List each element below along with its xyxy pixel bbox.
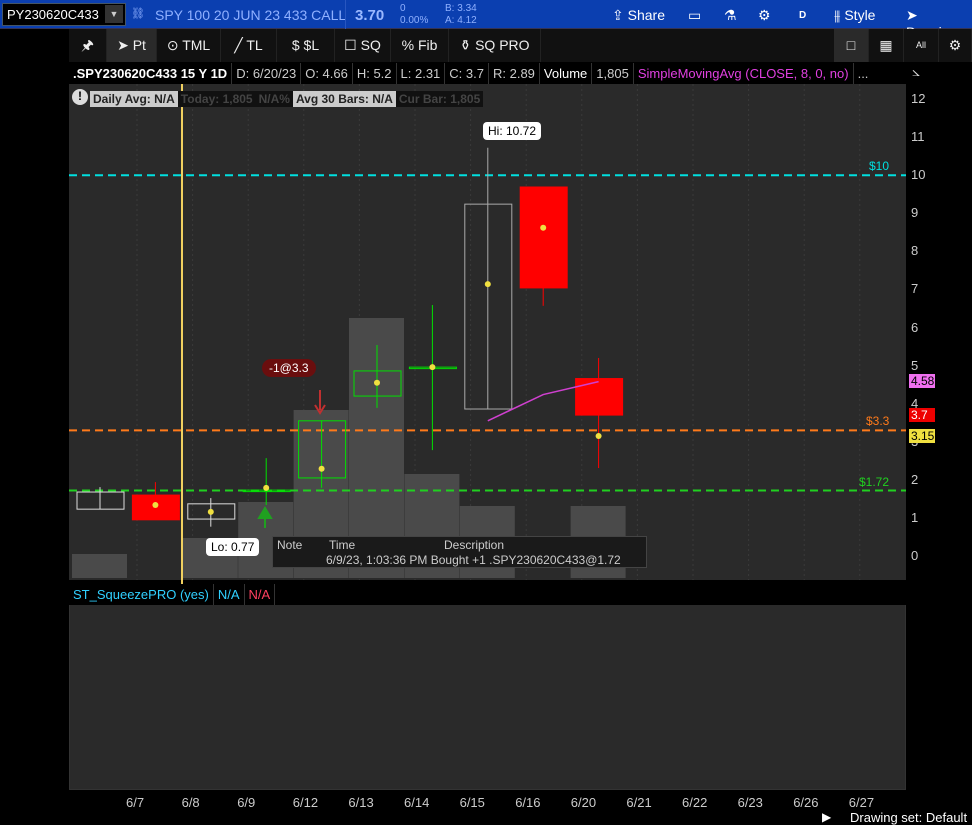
- volume-stats: Daily Avg: N/A Today: 1,805 N/A% Avg 30 Bar…: [90, 91, 484, 107]
- date-tick: 6/20: [570, 795, 597, 810]
- sma-badge: 4.58: [909, 374, 935, 388]
- lower-study-label[interactable]: ST_SqueezePRO (yes): [69, 584, 214, 605]
- date-tick: 6/16: [515, 795, 541, 810]
- level-label-3-3: $3.3: [866, 414, 890, 428]
- price-tick: 12: [911, 91, 926, 107]
- play-icon[interactable]: ▶: [822, 810, 831, 824]
- daily-avg: Daily Avg: N/A: [90, 91, 178, 107]
- level-label-1-72: $1.72: [859, 475, 890, 489]
- high-label: Hi: 10.72: [483, 122, 542, 140]
- price-tick: 10: [911, 167, 926, 183]
- mark-dot: [152, 501, 159, 508]
- date-tick: 6/14: [404, 795, 430, 810]
- info-alert-icon[interactable]: !: [72, 89, 88, 105]
- mark-dot: [540, 224, 547, 231]
- price-tick: 6: [911, 319, 919, 335]
- date-tick: 6/21: [626, 795, 652, 810]
- volume-pct: N/A%: [255, 91, 293, 107]
- date-tick: 6/26: [793, 795, 819, 810]
- trade-note-tooltip: Note Time Description 6/9/23, 1:03:36 PM…: [272, 536, 647, 568]
- today-volume: Today: 1,805: [177, 91, 256, 107]
- level-label-10: $10: [869, 159, 890, 173]
- price-tick: 8: [911, 243, 919, 259]
- lower-study-pane[interactable]: [69, 584, 906, 790]
- candle-body: [519, 186, 568, 289]
- note-row: 6/9/23, 1:03:36 PM Bought +1 .SPY230620C…: [326, 553, 621, 567]
- low-label: Lo: 0.77: [206, 538, 260, 556]
- price-tick: 0: [911, 548, 919, 563]
- avg-30-bars: Avg 30 Bars: N/A: [292, 91, 396, 107]
- description-header: Description: [444, 538, 505, 552]
- candle-body: [575, 378, 624, 416]
- lower-study-header: ST_SqueezePRO (yes) N/A N/A: [69, 584, 906, 605]
- price-tick: 2: [911, 471, 919, 487]
- mark-dot: [429, 364, 436, 371]
- lower-value-2: N/A: [245, 584, 276, 605]
- date-tick: 6/22: [682, 795, 708, 810]
- date-tick: 6/9: [237, 795, 256, 810]
- price-tick: 7: [911, 281, 919, 297]
- date-tick: 6/8: [181, 795, 200, 810]
- mark-dot: [484, 281, 491, 288]
- volume-bar: [72, 554, 127, 578]
- price-tick: 9: [911, 205, 919, 221]
- cur-bar: Cur Bar: 1,805: [395, 91, 484, 107]
- time-header: Time: [329, 538, 356, 552]
- price-tick: 5: [911, 357, 919, 373]
- order-bubble[interactable]: -1@3.3: [262, 359, 316, 377]
- date-tick: 6/27: [848, 795, 875, 810]
- price-tick: 1: [911, 509, 919, 525]
- mark-badge: 3.15: [909, 429, 935, 443]
- drawing-set-label[interactable]: Drawing set: Default: [850, 810, 967, 825]
- mark-dot: [595, 433, 602, 440]
- lower-value-1: N/A: [214, 584, 245, 605]
- price-tick: 11: [911, 129, 925, 145]
- date-tick: 6/15: [459, 795, 485, 810]
- note-header: Note: [277, 538, 303, 552]
- mark-dot: [263, 484, 270, 491]
- date-tick: 6/7: [126, 795, 145, 810]
- sell-arrow-icon: [314, 390, 326, 415]
- date-tick: 6/23: [737, 795, 763, 810]
- last-price-badge: 3.7: [909, 408, 935, 422]
- mark-dot: [207, 508, 214, 515]
- date-tick: 6/12: [292, 795, 319, 810]
- mark-dot: [318, 465, 325, 472]
- date-tick: 6/13: [348, 795, 374, 810]
- mark-dot: [374, 379, 380, 386]
